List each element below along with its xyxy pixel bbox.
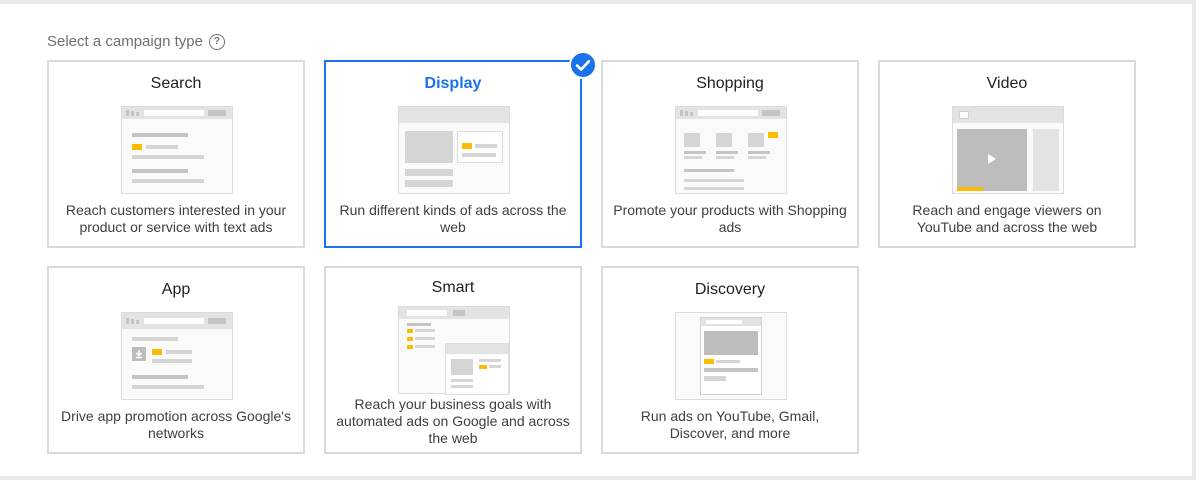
selected-check-icon xyxy=(569,51,597,79)
card-title: Discovery xyxy=(694,281,766,298)
video-illustration-icon xyxy=(952,106,1064,194)
display-illustration-icon xyxy=(398,106,510,194)
card-title: Search xyxy=(150,75,202,92)
campaign-card-discovery[interactable]: Discovery Run ads on YouTube, Gmail, Dis… xyxy=(601,266,859,454)
help-circle-icon[interactable]: ? xyxy=(208,33,225,50)
card-description: Run different kinds of ads across the we… xyxy=(339,202,567,235)
card-description: Promote your products with Shopping ads xyxy=(613,202,847,235)
campaign-card-video[interactable]: Video Reach and engage viewers on YouTub… xyxy=(878,60,1136,248)
card-title: Video xyxy=(986,75,1028,92)
card-description: Drive app promotion across Google's netw… xyxy=(61,408,291,441)
heading-label: Select a campaign type xyxy=(47,33,203,50)
discovery-illustration-icon xyxy=(675,312,787,400)
campaign-card-display[interactable]: Display Run different kinds of ads acros… xyxy=(324,60,582,248)
campaign-card-shopping[interactable]: Shopping Promote your products with Shop… xyxy=(601,60,859,248)
card-description: Reach customers interested in your produ… xyxy=(65,202,287,235)
shopping-illustration-icon xyxy=(675,106,787,194)
campaign-card-search[interactable]: Search Reach customers interested in you… xyxy=(47,60,305,248)
card-description: Reach your business goals with automated… xyxy=(336,396,570,446)
campaign-card-smart[interactable]: Smart Reach your business goals with aut… xyxy=(324,266,582,454)
search-illustration-icon xyxy=(121,106,233,194)
card-title: Shopping xyxy=(696,75,764,92)
card-title: App xyxy=(161,281,191,298)
smart-illustration-icon xyxy=(398,306,510,395)
card-title: Smart xyxy=(431,279,475,296)
app-illustration-icon xyxy=(121,312,233,400)
card-description: Reach and engage viewers on YouTube and … xyxy=(912,202,1102,235)
card-description: Run ads on YouTube, Gmail, Discover, and… xyxy=(640,408,820,441)
section-heading: Select a campaign type ? xyxy=(47,33,225,50)
campaign-card-app[interactable]: App Drive app promotion across Google's … xyxy=(47,266,305,454)
card-title: Display xyxy=(424,75,482,92)
